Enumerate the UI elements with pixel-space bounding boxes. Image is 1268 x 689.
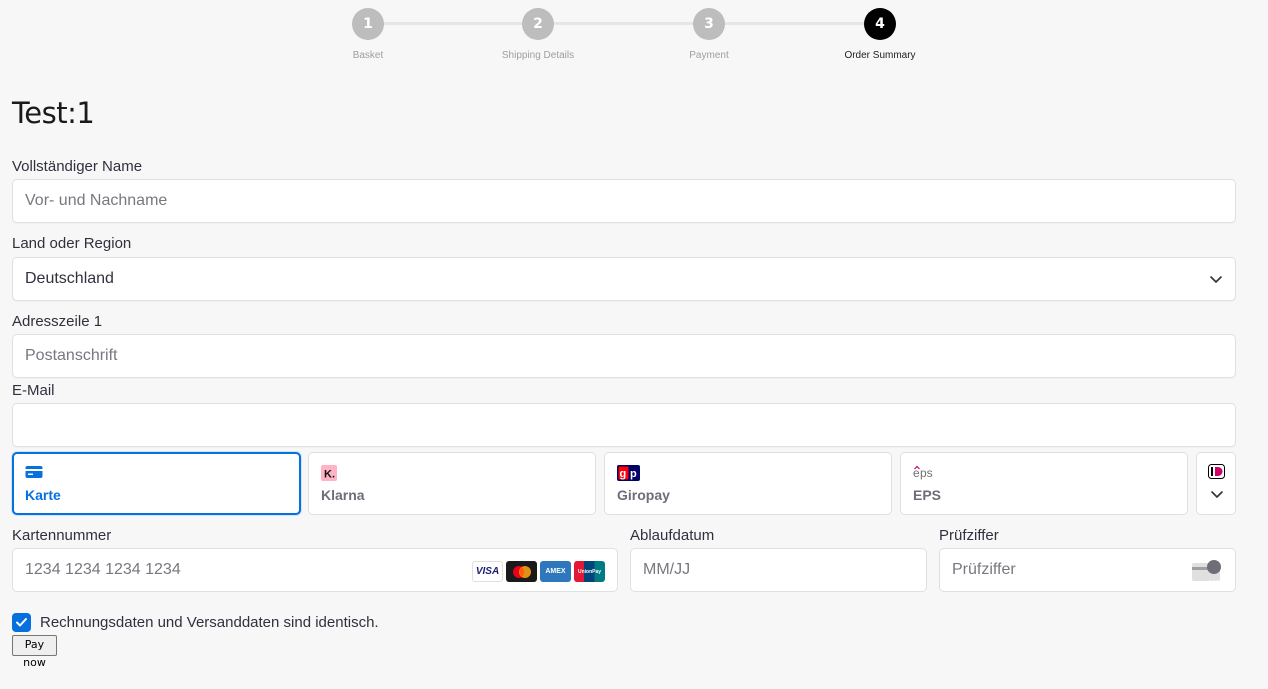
eps-icon: e ps	[913, 465, 933, 480]
full-name-placeholder: Vor- und Nachname	[25, 192, 168, 209]
card-number-input[interactable]: 1234 1234 1234 1234 VISA AMEX UnionPay	[12, 548, 618, 592]
expiry-placeholder: MM/JJ	[643, 561, 691, 578]
step-label: Shipping Details	[501, 50, 575, 61]
svg-text:g: g	[620, 468, 627, 480]
payment-tab-label: Giropay	[617, 487, 670, 503]
card-icon	[25, 466, 43, 478]
mastercard-icon	[506, 561, 537, 582]
cvc-badge: 135	[1208, 580, 1220, 587]
full-name-input[interactable]: Vor- und Nachname	[12, 179, 1236, 223]
step-number: 3	[693, 8, 725, 40]
same-address-label: Rechnungsdaten und Versanddaten sind ide…	[40, 614, 379, 631]
card-brands: VISA AMEX UnionPay	[472, 561, 605, 582]
more-payment-methods-button[interactable]	[1196, 452, 1236, 515]
svg-text:p: p	[630, 468, 637, 480]
cvc-card-icon: 135	[1192, 560, 1222, 587]
ideal-icon	[1208, 464, 1225, 479]
email-label: E-Mail	[12, 382, 55, 399]
payment-tab-label: Klarna	[321, 487, 365, 503]
step-payment[interactable]: 3 Payment	[649, 8, 769, 61]
card-number-label: Kartennummer	[12, 527, 112, 544]
step-number: 2	[522, 8, 554, 40]
giropay-icon: g p	[617, 465, 640, 481]
expiry-label: Ablaufdatum	[630, 527, 715, 544]
expiry-input[interactable]: MM/JJ	[630, 548, 927, 592]
country-label: Land oder Region	[12, 235, 132, 252]
country-value: Deutschland	[25, 270, 114, 287]
payment-tab-giropay[interactable]: g p Giropay	[604, 452, 892, 515]
same-address-checkbox[interactable]	[12, 613, 31, 632]
payment-tab-eps[interactable]: e ps EPS	[900, 452, 1188, 515]
step-basket[interactable]: 1 Basket	[308, 8, 428, 61]
checkout-stepper: 1 Basket 2 Shipping Details 3 Payment 4 …	[0, 0, 1268, 70]
step-label: Basket	[352, 50, 384, 61]
check-icon	[16, 618, 27, 627]
payment-tab-card[interactable]: Karte	[12, 452, 301, 515]
pay-now-button[interactable]: Pay now	[12, 635, 57, 669]
klarna-icon: K.	[321, 465, 337, 481]
step-shipping-details[interactable]: 2 Shipping Details	[478, 8, 598, 61]
cvc-placeholder: Prüfziffer	[952, 561, 1016, 578]
chevron-down-icon	[1210, 276, 1222, 283]
visa-icon: VISA	[472, 561, 503, 582]
step-number: 4	[864, 8, 896, 40]
step-label: Payment	[689, 50, 729, 61]
amex-icon: AMEX	[540, 561, 571, 582]
unionpay-icon: UnionPay	[574, 561, 605, 582]
email-input[interactable]	[12, 403, 1236, 447]
cvc-input[interactable]: Prüfziffer 135	[939, 548, 1236, 592]
page-title: Test:1	[12, 96, 95, 130]
step-label: Order Summary	[844, 50, 916, 61]
address-placeholder: Postanschrift	[25, 347, 118, 364]
payment-tab-label: EPS	[913, 487, 942, 503]
step-order-summary[interactable]: 4 Order Summary	[820, 8, 940, 61]
address-label: Adresszeile 1	[12, 313, 103, 330]
payment-tab-klarna[interactable]: K. Klarna	[308, 452, 596, 515]
country-select[interactable]: Deutschland	[12, 257, 1236, 301]
step-number: 1	[352, 8, 384, 40]
stepper-track	[368, 22, 880, 25]
cvc-label: Prüfziffer	[939, 527, 999, 544]
address-line-1-input[interactable]: Postanschrift	[12, 334, 1236, 378]
card-number-placeholder: 1234 1234 1234 1234	[25, 561, 181, 578]
svg-text:ps: ps	[920, 466, 933, 480]
chevron-down-icon	[1211, 491, 1223, 498]
name-label: Vollständiger Name	[12, 158, 143, 175]
payment-tab-label: Karte	[25, 487, 61, 503]
svg-text:K.: K.	[324, 469, 335, 481]
